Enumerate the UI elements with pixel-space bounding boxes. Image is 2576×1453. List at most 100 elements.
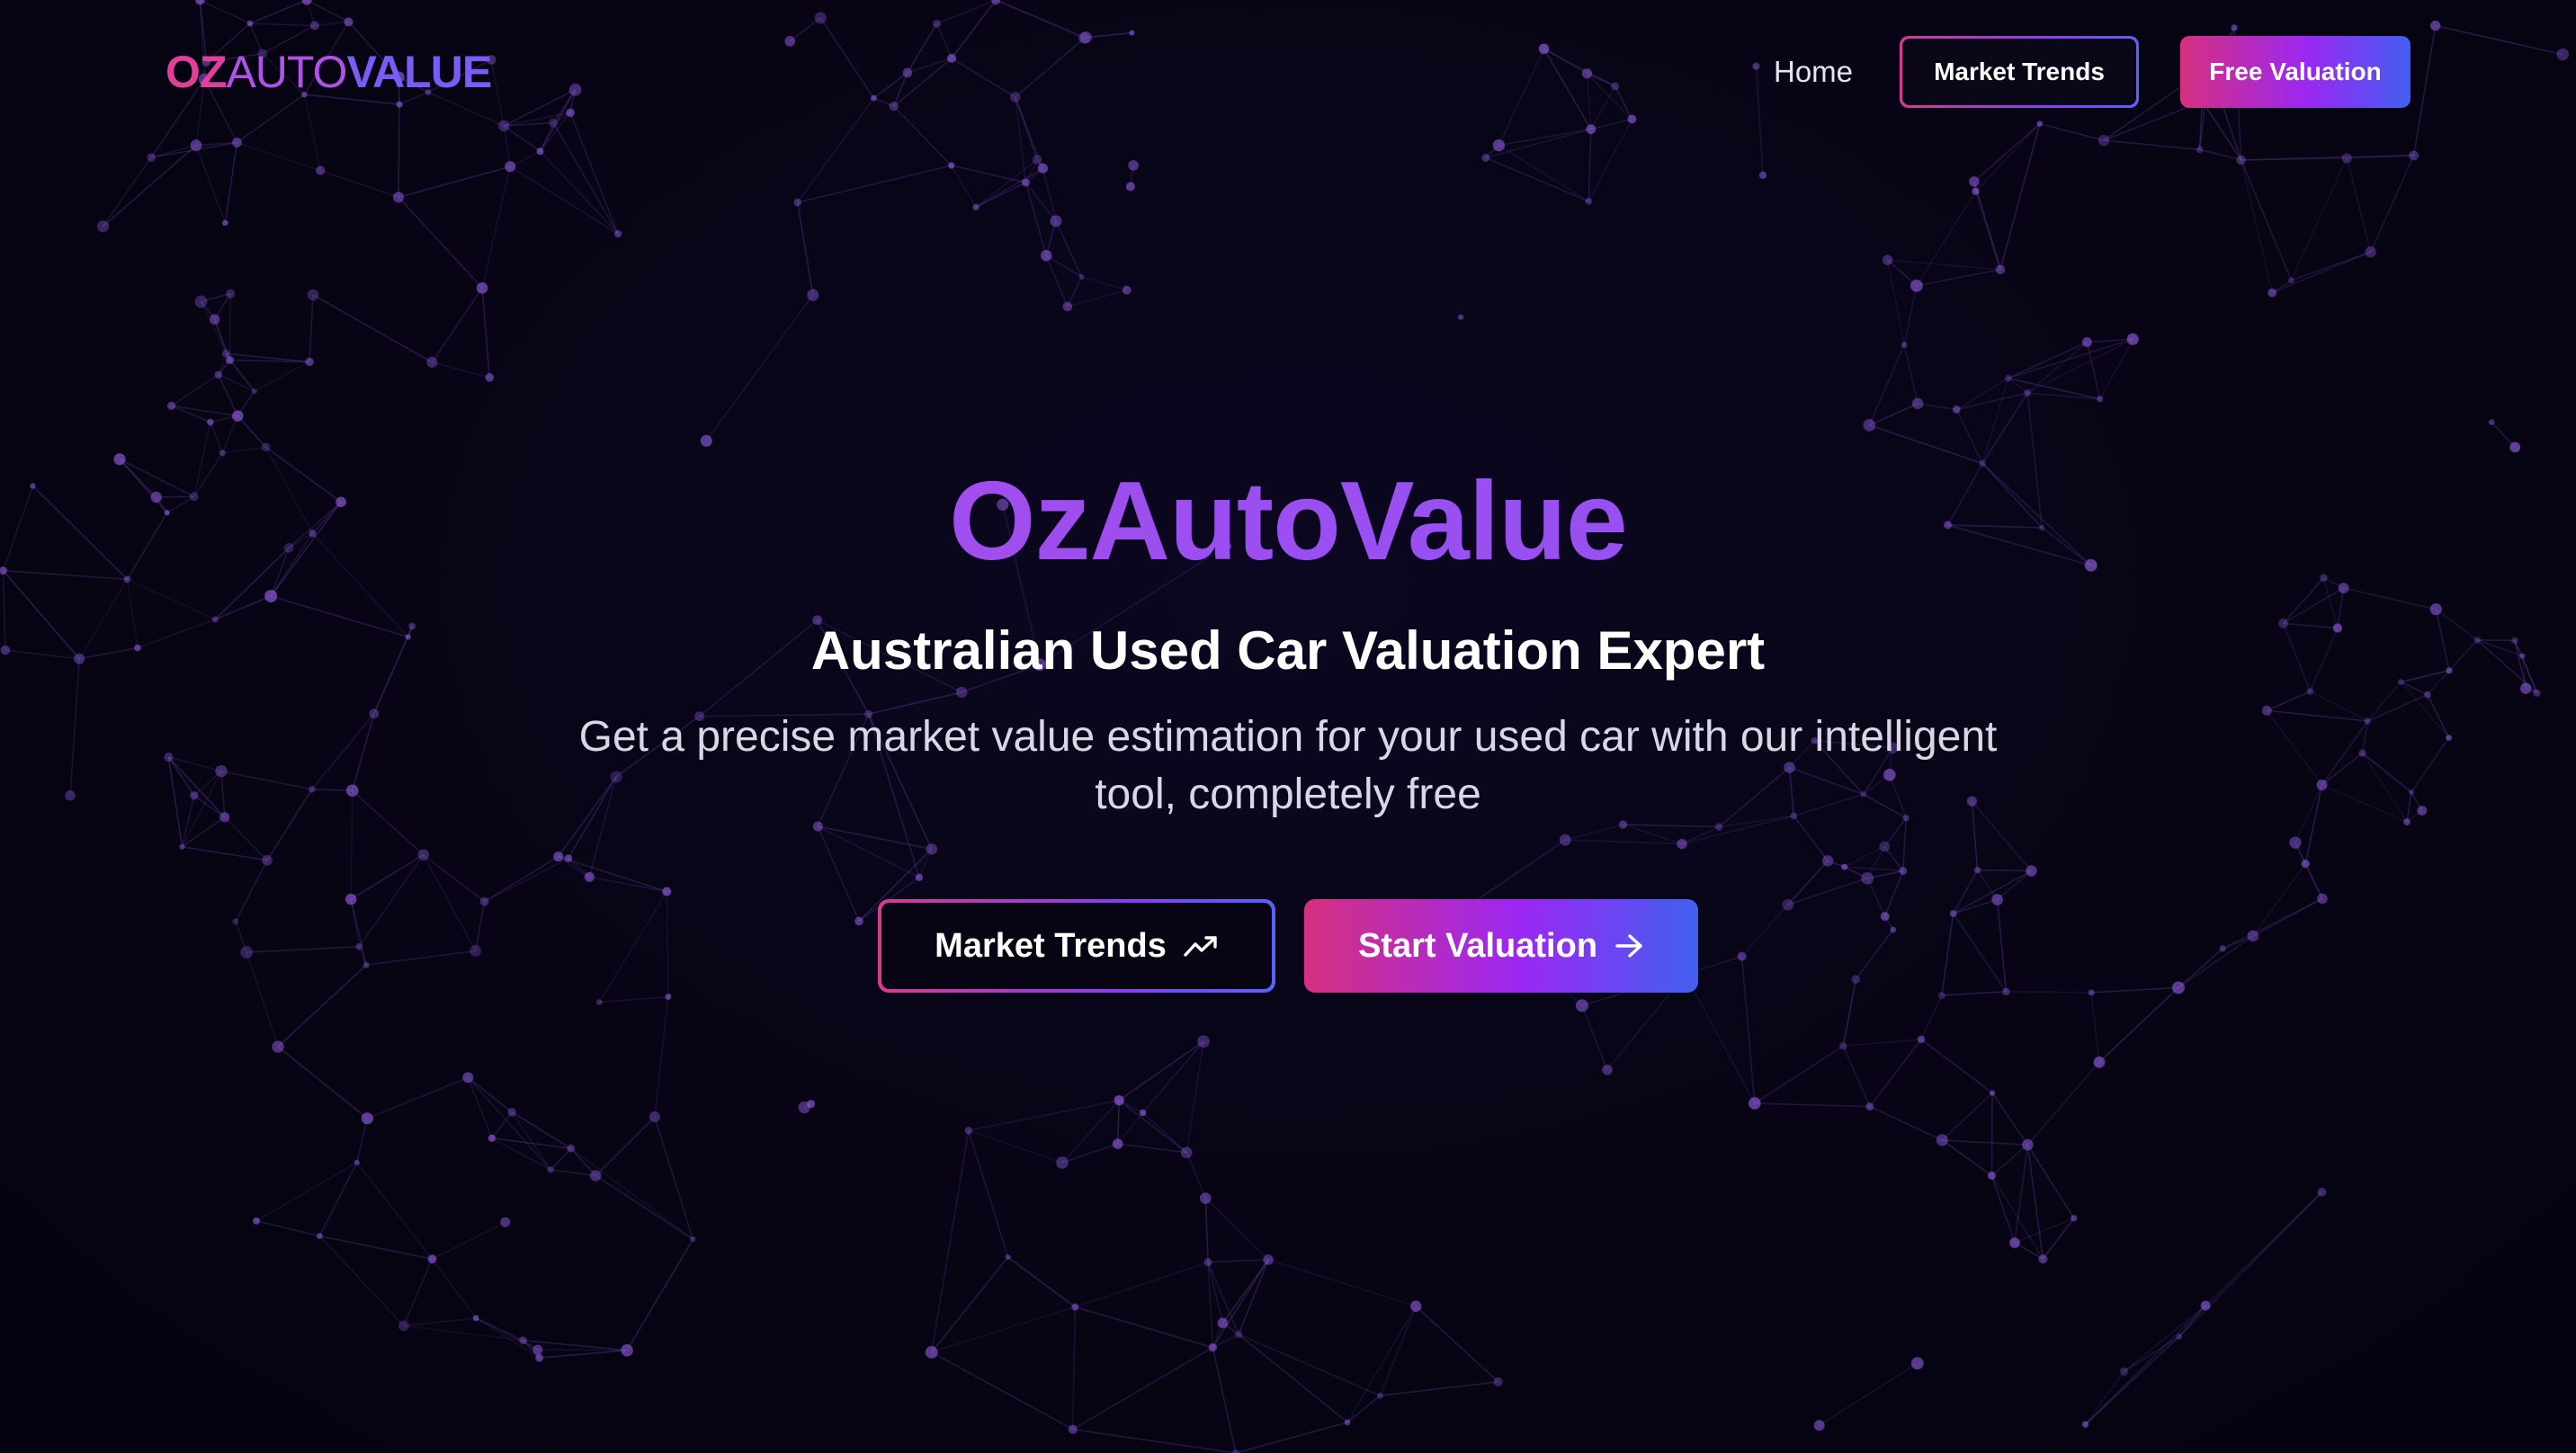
- start-valuation-button[interactable]: Start Valuation: [1304, 899, 1698, 993]
- network-node: [472, 1315, 479, 1322]
- network-node: [1910, 279, 1923, 292]
- network-node: [1882, 254, 1893, 265]
- network-link: [167, 756, 183, 847]
- hero-title: OzAutoValue: [0, 457, 2576, 586]
- network-node: [1911, 397, 1924, 410]
- market-trends-button[interactable]: Market Trends: [878, 899, 1275, 993]
- network-node: [2009, 1237, 2020, 1249]
- network-link: [1238, 1259, 1269, 1335]
- network-link: [2294, 784, 2323, 843]
- network-node: [621, 1343, 633, 1357]
- network-link: [312, 294, 433, 363]
- network-node: [219, 812, 230, 823]
- network-node: [1112, 1138, 1123, 1149]
- network-link: [599, 995, 669, 1003]
- nav-home-link[interactable]: Home: [1774, 50, 1853, 94]
- network-link: [654, 996, 669, 1118]
- network-link: [2091, 986, 2178, 994]
- network-node: [1737, 951, 1747, 961]
- network-link: [818, 825, 933, 851]
- network-link: [1379, 1306, 1417, 1396]
- network-node: [2196, 146, 2204, 154]
- network-link: [1917, 403, 1957, 411]
- network-node: [209, 314, 220, 325]
- network-node: [798, 1101, 810, 1114]
- logo-text-auto: AUTO: [226, 47, 347, 97]
- network-node: [2358, 749, 2366, 757]
- network-node: [1677, 838, 1687, 850]
- network-link: [2266, 709, 2323, 786]
- network-node: [590, 1170, 602, 1181]
- network-node: [345, 784, 359, 798]
- network-node: [1235, 1331, 1243, 1339]
- site-logo[interactable]: OZAUTOVALUE: [165, 43, 492, 101]
- network-node: [1813, 1420, 1825, 1431]
- network-node: [1068, 1424, 1078, 1434]
- network-link: [1380, 1381, 1498, 1396]
- network-node: [665, 994, 672, 1000]
- network-link: [2026, 1145, 2044, 1260]
- network-node: [2126, 333, 2139, 345]
- network-node: [1377, 1392, 1383, 1399]
- network-node: [1841, 863, 1848, 870]
- network-node: [1021, 178, 1030, 187]
- network-link: [2411, 737, 2450, 793]
- network-node: [225, 355, 234, 364]
- network-link: [550, 1147, 572, 1171]
- network-node: [194, 295, 208, 308]
- network-link: [246, 946, 360, 953]
- network-node: [476, 281, 488, 294]
- network-node: [1559, 833, 1571, 846]
- network-node: [369, 709, 380, 719]
- hero-description: Get a precise market value estimation fo…: [578, 713, 1998, 818]
- network-node: [564, 854, 573, 862]
- network-node: [1949, 910, 1957, 917]
- network-node: [1078, 273, 1085, 280]
- network-node: [2409, 150, 2419, 161]
- network-link: [930, 1130, 970, 1353]
- network-node: [2429, 603, 2442, 616]
- nav-market-trends-button[interactable]: Market Trends: [1900, 36, 2139, 108]
- nav-market-trends-label: Market Trends: [1902, 39, 2136, 105]
- network-link: [2026, 1061, 2100, 1145]
- network-node: [1879, 841, 1891, 852]
- network-node: [2119, 1367, 2129, 1377]
- network-node: [1995, 264, 2006, 274]
- network-node: [1901, 342, 1908, 348]
- network-link: [1956, 392, 2028, 411]
- network-node: [1344, 1419, 1351, 1426]
- network-node: [65, 789, 76, 801]
- network-link: [951, 165, 977, 208]
- network-node: [214, 370, 223, 379]
- network-node: [2509, 441, 2521, 453]
- network-node: [219, 450, 226, 457]
- network-link: [1920, 1038, 1993, 1094]
- network-node: [507, 1108, 516, 1117]
- network-link: [1116, 1100, 1121, 1145]
- network-node: [535, 1353, 543, 1362]
- network-node: [487, 1134, 496, 1142]
- network-node: [2289, 836, 2302, 849]
- network-link: [254, 361, 310, 392]
- network-link: [350, 898, 367, 966]
- network-node: [1457, 314, 1464, 320]
- network-node: [1005, 1254, 1011, 1261]
- network-link: [1991, 1092, 2029, 1145]
- network-link: [1754, 1045, 1844, 1104]
- network-node: [1937, 992, 1945, 1000]
- network-link: [366, 949, 476, 967]
- network-node: [2403, 818, 2411, 826]
- network-node: [2081, 1421, 2089, 1428]
- network-link: [403, 1258, 434, 1326]
- network-node: [1203, 1258, 1212, 1267]
- network-link: [1185, 1152, 1207, 1199]
- hero-title-text: OzAutoValue: [949, 459, 1627, 584]
- nav-free-valuation-button[interactable]: Free Valuation: [2180, 36, 2411, 108]
- network-node: [1263, 1254, 1274, 1265]
- network-link: [558, 855, 667, 893]
- network-link: [1581, 1005, 1608, 1071]
- network-node: [648, 1111, 660, 1123]
- network-link: [491, 1137, 571, 1149]
- network-link: [1903, 344, 1919, 405]
- network-link: [358, 854, 425, 948]
